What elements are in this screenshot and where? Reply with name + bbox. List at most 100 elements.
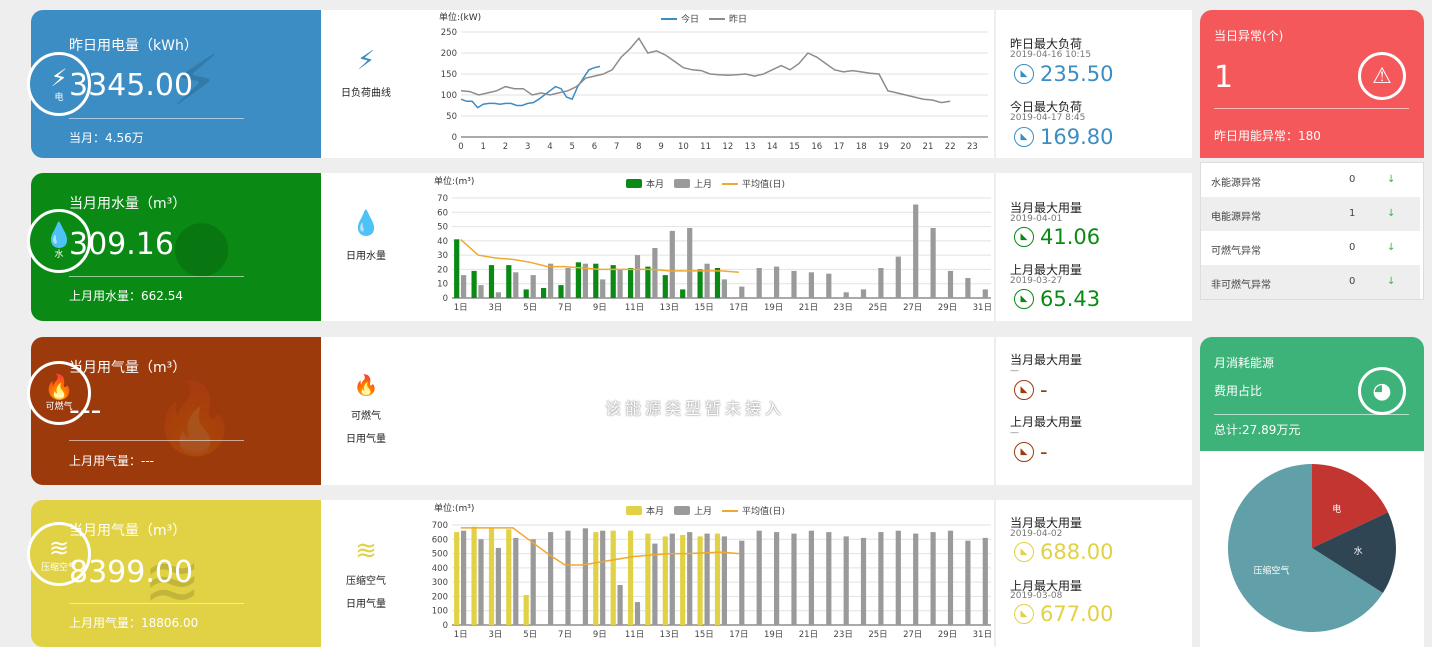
cost-pie-chart[interactable]: 电水压缩空气 xyxy=(1200,451,1424,647)
bar-last-month xyxy=(548,532,554,625)
x-tick-label: 31日 xyxy=(973,630,992,640)
anomaly-value: 1 xyxy=(1214,60,1234,95)
bar-this-month xyxy=(541,288,547,298)
x-tick-label: 17日 xyxy=(729,303,748,313)
bar-this-month xyxy=(714,268,721,298)
x-tick-label: 2 xyxy=(503,142,508,152)
x-tick-label: 3日 xyxy=(489,303,503,313)
x-tick-label: 21 xyxy=(923,142,934,152)
average-line xyxy=(460,238,739,274)
lightning-icon: ⚡ xyxy=(50,63,68,92)
daily-air-bar-chart[interactable]: 单位:(m³) 0 100 200 300 400 500 600 700 1日 3日 5日 7日 9日 1… xyxy=(321,500,994,647)
table-row[interactable]: 电能源异常 1 ↓ xyxy=(1201,197,1420,231)
gas-card: 🔥 🔥 可燃气 当月用气量（m³） --- 上月用气量：--- xyxy=(27,337,321,485)
electric-value: 3345.00 xyxy=(69,68,194,103)
divider xyxy=(69,440,244,441)
y-axis-unit: 单位:(m³) xyxy=(434,175,474,187)
series-line-yesterday xyxy=(460,37,951,104)
divider xyxy=(69,276,244,277)
x-tick-label: 25日 xyxy=(868,630,887,640)
air-stats: 当月最大用量 2019-04-02 ◣ 688.00 上月最大用量 2019-03… xyxy=(996,500,1192,647)
x-tick-label: 19日 xyxy=(764,630,783,640)
max-cur-date: — xyxy=(1010,366,1019,376)
table-row[interactable]: 可燃气异常 0 ↓ xyxy=(1201,231,1420,265)
anomaly-name: 电能源异常 xyxy=(1211,212,1261,223)
x-tick-label: 20 xyxy=(900,142,911,152)
slice-label: 电 xyxy=(1332,503,1341,515)
bar-last-month xyxy=(565,268,571,298)
bar-last-month xyxy=(895,256,901,298)
not-connected-message: 该能源类型暂未接入 xyxy=(605,399,786,418)
y-tick-label: 700 xyxy=(432,521,448,531)
x-tick-label: 14 xyxy=(767,142,778,152)
bar-last-month xyxy=(687,228,693,298)
arrow-down-icon: ↓ xyxy=(1387,208,1396,219)
bar-this-month xyxy=(628,530,634,625)
cost-subtitle: 费用占比 xyxy=(1214,384,1263,398)
x-tick-label: 13日 xyxy=(660,303,679,313)
x-tick-label: 9日 xyxy=(593,303,607,313)
anomaly-table: 水能源异常 0 ↓ 电能源异常 1 ↓ 可燃气异常 0 ↓ 非可燃气异常 0 ↓ xyxy=(1200,162,1424,300)
bar-last-month xyxy=(843,292,849,298)
series-line-today xyxy=(460,65,601,109)
bar-this-month xyxy=(610,530,616,625)
bar-this-month xyxy=(523,289,529,298)
gas-chart-panel: 🔥 可燃气 日用气量 该能源类型暂未接入 xyxy=(321,337,994,485)
x-tick-label: 11日 xyxy=(625,630,644,640)
y-tick-label: 70 xyxy=(437,194,448,204)
bar-last-month xyxy=(617,269,623,298)
table-row[interactable]: 非可燃气异常 0 ↓ xyxy=(1201,265,1420,299)
max-prev-label: 上月最大用量 xyxy=(1010,415,1083,429)
air-sub: 上月用气量：18806.00 xyxy=(69,616,199,630)
table-row[interactable]: 水能源异常 0 ↓ xyxy=(1201,163,1420,197)
x-tick-label: 16 xyxy=(811,142,822,152)
bar-last-month xyxy=(721,536,727,625)
daily-load-line-chart[interactable]: 单位:(kW)0501001502002500 1 2 3 4 5 6 7 8 9 10 11 12 13… xyxy=(321,10,994,158)
bar-last-month xyxy=(634,255,641,298)
x-tick-label: 6 xyxy=(592,142,597,152)
bar-last-month xyxy=(826,273,832,298)
x-tick-label: 19 xyxy=(878,142,889,152)
y-tick-label: 0 xyxy=(452,133,457,143)
water-chart-panel: 💧 日用水量 本月 上月 平均值(日) 单位:(m³) 0 10 20 30 40 50 60… xyxy=(321,173,994,321)
x-tick-label: 8 xyxy=(636,142,641,152)
bar-last-month xyxy=(913,204,919,298)
y-tick-label: 600 xyxy=(432,535,448,545)
max-prev-value: ◣ - xyxy=(1014,440,1048,464)
electric-sub: 当月：4.56万 xyxy=(69,131,144,145)
daily-gas-label: 🔥 可燃气 日用气量 xyxy=(321,373,411,445)
bar-last-month xyxy=(565,530,571,625)
x-tick-label: 23日 xyxy=(834,630,853,640)
electric-card: ⚡ ⚡ 电 昨日用电量（kWh） 3345.00 当月：4.56万 xyxy=(27,10,321,158)
water-sub: 上月用水量：662.54 xyxy=(69,289,183,303)
bar-this-month xyxy=(680,289,686,298)
bar-last-month xyxy=(860,537,867,625)
daily-water-bar-chart[interactable]: 单位:(m³) 0 10 20 30 40 50 60 70 1日 3日 5日 7日 9日 11日 13日 15… xyxy=(321,173,994,321)
flame-watermark-icon: 🔥 xyxy=(151,377,239,459)
electric-title: 昨日用电量（kWh） xyxy=(69,38,198,54)
y-tick-label: 200 xyxy=(441,49,457,59)
x-tick-label: 27日 xyxy=(903,630,922,640)
bar-last-month xyxy=(947,530,954,625)
y-axis-unit: 单位:(m³) xyxy=(434,502,474,514)
area-chart-icon: ◣ xyxy=(1014,227,1034,247)
bar-last-month xyxy=(530,275,536,298)
bar-last-month xyxy=(860,289,867,298)
x-tick-label: 7日 xyxy=(558,303,572,313)
bar-last-month xyxy=(878,268,884,298)
bar-last-month xyxy=(495,547,501,625)
divider xyxy=(1214,108,1409,109)
bar-last-month xyxy=(826,532,832,625)
arrow-down-icon: ↓ xyxy=(1387,174,1396,185)
cost-title: 月消耗能源 xyxy=(1214,356,1275,370)
x-tick-label: 25日 xyxy=(868,303,887,313)
x-tick-label: 18 xyxy=(856,142,867,152)
max-prev-value: ◣ 65.43 xyxy=(1014,287,1100,311)
y-tick-label: 100 xyxy=(441,91,457,101)
water-card: ● 💧 水 当月用水量（m³） 309.16 上月用水量：662.54 xyxy=(27,173,321,321)
bar-last-month xyxy=(461,275,467,298)
x-tick-label: 22 xyxy=(945,142,956,152)
peak-today-value: ◣ 169.80 xyxy=(1014,125,1113,149)
x-tick-label: 9 xyxy=(658,142,663,152)
air-card: ≋ ≋ 压缩空气 当月用气量（m³） 8399.00 上月用气量：18806.0… xyxy=(27,500,321,647)
